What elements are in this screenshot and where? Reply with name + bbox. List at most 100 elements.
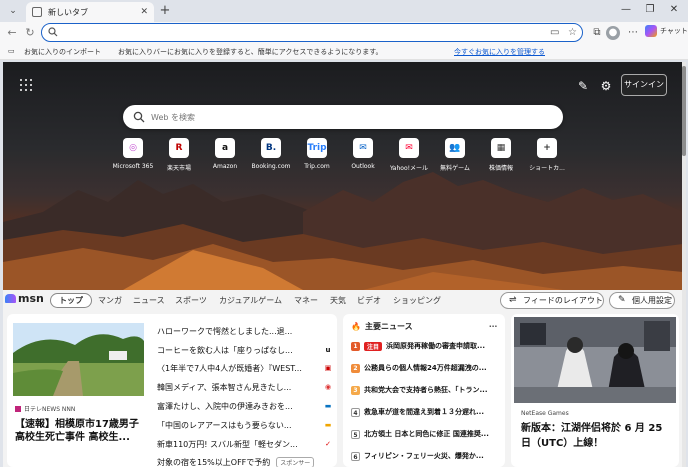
list-item[interactable]: 〈1年半で7人中4人が既婚者〉『WEST... ▣ bbox=[157, 360, 333, 379]
tab-actions-menu-icon[interactable]: ⌄ bbox=[4, 3, 22, 19]
address-bar[interactable]: ▭ ☆ bbox=[41, 23, 583, 42]
new-tab-favicon-icon bbox=[32, 7, 42, 17]
promo-headline[interactable]: 新版本：江湖伴侣将於 6 月 25 日（UTC）上線！ bbox=[521, 421, 673, 451]
shortcut-amazon[interactable]: a Amazon bbox=[202, 138, 248, 172]
top-stories-card: 日テレNEWS NNN 【速報】相模原市17歳男子高校生死亡事件 高校生... … bbox=[7, 314, 337, 467]
list-item[interactable]: ハローワークで愕然としました...退... bbox=[157, 322, 333, 341]
trip-icon: Trip bbox=[307, 138, 327, 158]
shortcut-tiles: ◎ Microsoft 365 R 楽天市場 a Amazon B. Booking.c… bbox=[110, 138, 570, 172]
game-promo-card[interactable]: NetEase Games 新版本：江湖伴侣将於 6 月 25 日（UTC）上線… bbox=[511, 314, 679, 467]
sponsored-item[interactable]: 対象の宿を15%以上OFFで予約 スポンサー bbox=[157, 454, 333, 467]
back-arrow-icon[interactable]: ← bbox=[4, 25, 20, 41]
shortcut-free-games[interactable]: 👥 無料ゲーム bbox=[432, 138, 478, 172]
more-options-icon[interactable]: ⋯ bbox=[489, 322, 497, 331]
tab-new-tab[interactable]: 新しいタブ ✕ bbox=[26, 2, 154, 22]
refresh-icon[interactable]: ↻ bbox=[22, 25, 38, 41]
page-scrollbar[interactable] bbox=[682, 62, 686, 467]
shortcut-microsoft-365[interactable]: ◎ Microsoft 365 bbox=[110, 138, 156, 172]
game-characters-image bbox=[514, 317, 676, 403]
close-window-icon[interactable]: ✕ bbox=[664, 2, 684, 18]
tab-weather[interactable]: 天気 bbox=[330, 293, 346, 308]
rakuten-icon: R bbox=[169, 138, 189, 158]
tab-top[interactable]: トップ bbox=[50, 293, 92, 308]
list-item[interactable]: 6 フィリピン・フェリー火災、爆発か... bbox=[351, 448, 497, 464]
feed-navigation: msn トップ マンガ ニュース スポーツ カジュアルゲーム マネー 天気 ビデ… bbox=[3, 290, 683, 310]
search-icon bbox=[133, 111, 145, 123]
shortcut-booking[interactable]: B. Booking.com bbox=[248, 138, 294, 172]
tab-news[interactable]: ニュース bbox=[133, 293, 165, 308]
promo-source: NetEase Games bbox=[521, 410, 569, 417]
sliders-icon: ⇌ bbox=[509, 295, 517, 305]
story-photo[interactable] bbox=[13, 323, 144, 396]
stocks-icon: ▦ bbox=[491, 138, 511, 158]
trending-news-card: 🔥 主要ニュース ⋯ 1 注目 浜岡原発再稼働の審査申請取... 2 公務員らの個人情… bbox=[343, 314, 505, 467]
story-headline[interactable]: 【速報】相模原市17歳男子高校生死亡事件 高校生... bbox=[15, 418, 147, 444]
address-input[interactable] bbox=[64, 26, 544, 39]
outlook-icon: ✉ bbox=[353, 138, 373, 158]
microsoft-365-icon: ◎ bbox=[123, 138, 143, 158]
tab-money[interactable]: マネー bbox=[294, 293, 318, 308]
minimize-icon[interactable]: — bbox=[616, 2, 636, 18]
shortcut-stocks[interactable]: ▦ 株価情報 bbox=[478, 138, 524, 172]
feed-layout-button[interactable]: ⇌ フィードのレイアウト bbox=[500, 292, 604, 309]
news-feed: 日テレNEWS NNN 【速報】相模原市17歳男子高校生死亡事件 高校生... … bbox=[3, 310, 683, 467]
list-item[interactable]: 新車110万円! スバル新型「軽セダン... ✓ bbox=[157, 435, 333, 454]
more-options-icon[interactable]: ⋯ bbox=[626, 26, 640, 40]
msn-butterfly-icon bbox=[5, 294, 16, 303]
shortcut-trip[interactable]: Trip Trip.com bbox=[294, 138, 340, 172]
sponsor-badge: スポンサー bbox=[276, 457, 315, 467]
list-item[interactable]: 3 共和党大会で支持者ら熱狂、「トラン... bbox=[351, 382, 497, 398]
list-item[interactable]: 5 北方領土 日本と同色に修正 国連推奨... bbox=[351, 426, 497, 442]
publisher-icon: ◉ bbox=[324, 383, 332, 392]
plus-icon: + bbox=[537, 138, 557, 158]
personalize-button[interactable]: ✎ 個人用設定 bbox=[609, 292, 675, 309]
list-item[interactable]: 2 公務員らの個人情報24万件超漏洩の... bbox=[351, 360, 497, 376]
shortcut-rakuten[interactable]: R 楽天市場 bbox=[156, 138, 202, 172]
grassy-path-image bbox=[13, 323, 144, 396]
scrollbar-thumb[interactable] bbox=[682, 66, 686, 156]
list-item[interactable]: 富澤たけし、入院中の伊達みきおを... ▬ bbox=[157, 397, 333, 416]
shortcut-yahoo-mail[interactable]: ✉ Yahoo!メール bbox=[386, 138, 432, 172]
reading-view-icon[interactable]: ▭ bbox=[550, 27, 559, 38]
import-favorites-link[interactable]: お気に入りのインポート bbox=[24, 47, 101, 57]
games-icon: 👥 bbox=[445, 138, 465, 158]
profile-avatar-icon[interactable]: ● bbox=[606, 26, 620, 40]
list-item[interactable]: 4 救急車が道を間違え到着１３分遅れ... bbox=[351, 404, 497, 420]
tab-title: 新しいタブ bbox=[48, 7, 88, 17]
signin-button[interactable]: サインイン bbox=[621, 74, 667, 96]
story-source: 日テレNEWS NNN bbox=[15, 404, 75, 413]
edit-pencil-icon[interactable]: ✎ bbox=[576, 79, 590, 93]
msn-logo[interactable]: msn bbox=[5, 292, 44, 305]
tab-sports[interactable]: スポーツ bbox=[175, 293, 207, 308]
web-search-box[interactable] bbox=[123, 105, 563, 129]
pencil-icon: ✎ bbox=[618, 295, 626, 305]
list-item[interactable]: 韓国メディア、張本智さん見きたし... ◉ bbox=[157, 378, 333, 397]
yahoo-mail-icon: ✉ bbox=[399, 138, 419, 158]
copilot-label: チャット bbox=[660, 27, 688, 35]
maximize-icon[interactable]: ❐ bbox=[640, 2, 660, 18]
split-screen-icon[interactable]: ⧉ bbox=[590, 26, 604, 40]
new-tab-button[interactable]: + bbox=[157, 3, 173, 19]
apps-launcher-icon[interactable] bbox=[20, 79, 32, 91]
publisher-icon: ✓ bbox=[325, 439, 331, 448]
hero-background: ✎ ⚙ サインイン ◎Microsoft 365 R楽天市場 aAmazon B… bbox=[3, 62, 683, 290]
publisher-icon: ▬ bbox=[324, 402, 332, 411]
list-item[interactable]: 1 注目 浜岡原発再稼働の審査申請取... bbox=[351, 338, 497, 354]
list-item[interactable]: 「中国のレアアースはもう要らない... ▬ bbox=[157, 416, 333, 435]
tab-shopping[interactable]: ショッピング bbox=[393, 293, 441, 308]
shortcut-outlook[interactable]: ✉ Outlook bbox=[340, 138, 386, 172]
favorite-star-icon[interactable]: ☆ bbox=[568, 27, 577, 38]
add-shortcut-button[interactable]: + ショートカ... bbox=[524, 138, 570, 172]
tab-manga[interactable]: マンガ bbox=[98, 293, 122, 308]
settings-gear-icon[interactable]: ⚙ bbox=[599, 79, 613, 93]
favorites-hint: お気に入りバーにお気に入りを登録すると、簡単にアクセスできるようになります。 bbox=[118, 48, 383, 56]
tab-close-icon[interactable]: ✕ bbox=[140, 7, 148, 17]
copilot-button[interactable]: チャット bbox=[645, 25, 688, 37]
tab-casual-games[interactable]: カジュアルゲーム bbox=[219, 293, 282, 308]
web-search-input[interactable] bbox=[151, 110, 531, 124]
tab-video[interactable]: ビデオ bbox=[357, 293, 381, 308]
publisher-icon bbox=[323, 327, 333, 336]
manage-favorites-link[interactable]: 今すぐお気に入りを管理する bbox=[454, 47, 545, 57]
list-item[interactable]: コーヒーを飲む人は「座りっぱなし... u bbox=[157, 341, 333, 360]
import-icon: ▭ bbox=[8, 47, 15, 55]
